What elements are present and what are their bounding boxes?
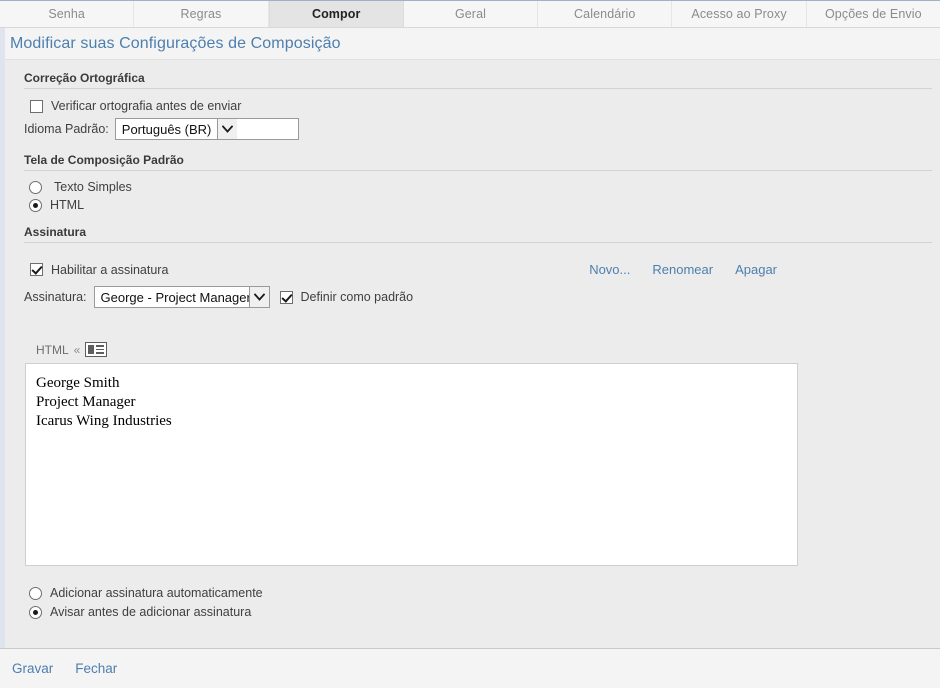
text-wrap-icon-block	[88, 345, 94, 354]
tab-opcoes-de-envio[interactable]: Opções de Envio	[807, 1, 940, 27]
signature-select-row: Assinatura: George - Project Manager Def…	[0, 286, 940, 308]
signature-select-value: George - Project Manager	[95, 287, 249, 307]
compose-screen-section-title: Tela de Composição Padrão	[0, 153, 940, 170]
spelling-divider	[24, 88, 932, 89]
compose-option-html-label: HTML	[50, 198, 84, 212]
tab-label: Compor	[312, 7, 361, 21]
prompt-add-signature-row[interactable]: Avisar antes de adicionar assinatura	[0, 605, 940, 619]
set-default-control[interactable]: Definir como padrão	[280, 290, 414, 304]
preferences-window: Senha Regras Compor Geral Calendário Ace…	[0, 0, 940, 688]
compose-option-plaintext-radio[interactable]	[29, 181, 42, 194]
new-signature-link[interactable]: Novo...	[589, 262, 630, 277]
tab-label: Geral	[455, 7, 486, 21]
chevron-left-icon[interactable]: «	[74, 343, 81, 357]
signature-section-title: Assinatura	[0, 225, 940, 242]
signature-line: George Smith	[36, 374, 787, 393]
compose-screen-section: Tela de Composição Padrão Texto Simples …	[0, 140, 940, 212]
auto-add-signature-radio[interactable]	[29, 587, 42, 600]
footer-bar: Gravar Fechar	[0, 648, 940, 688]
compose-option-plaintext-label: Texto Simples	[54, 180, 132, 194]
signature-actions: Novo... Renomear Apagar	[589, 262, 777, 277]
prompt-add-signature-radio[interactable]	[29, 606, 42, 619]
left-accent-strip	[0, 28, 5, 648]
check-spelling-row[interactable]: Verificar ortografia antes de enviar	[0, 99, 940, 113]
tab-calendario[interactable]: Calendário	[538, 1, 672, 27]
settings-content: Correção Ortográfica Verificar ortografi…	[0, 60, 940, 648]
compose-option-html-row[interactable]: HTML	[0, 198, 940, 212]
signature-enable-label: Habilitar a assinatura	[51, 263, 168, 277]
close-button[interactable]: Fechar	[75, 661, 117, 676]
signature-enable-checkbox[interactable]	[30, 263, 43, 276]
tab-acesso-ao-proxy[interactable]: Acesso ao Proxy	[672, 1, 806, 27]
chevron-down-icon[interactable]	[249, 287, 269, 307]
default-language-label: Idioma Padrão:	[24, 122, 109, 136]
tab-geral[interactable]: Geral	[404, 1, 538, 27]
tab-label: Opções de Envio	[825, 7, 922, 21]
signature-divider	[24, 242, 932, 243]
page-title: Modificar suas Configurações de Composiç…	[0, 28, 940, 60]
default-language-value: Português (BR)	[116, 119, 218, 139]
tab-regras[interactable]: Regras	[134, 1, 268, 27]
spelling-section-title: Correção Ortográfica	[0, 71, 940, 88]
signature-section: Assinatura Habilitar a assinatura Novo..…	[0, 212, 940, 619]
tab-label: Calendário	[574, 7, 635, 21]
editor-mode-label: HTML	[36, 343, 69, 357]
chevron-down-icon[interactable]	[217, 119, 237, 139]
signature-enable-row: Habilitar a assinatura Novo... Renomear …	[0, 262, 940, 277]
signature-line: Icarus Wing Industries	[36, 412, 787, 431]
compose-option-html-radio[interactable]	[29, 199, 42, 212]
compose-option-plaintext-row[interactable]: Texto Simples	[0, 180, 940, 194]
save-button[interactable]: Gravar	[12, 661, 53, 676]
text-wrap-icon-lines	[96, 345, 104, 354]
settings-tabbar: Senha Regras Compor Geral Calendário Ace…	[0, 0, 940, 28]
check-spelling-checkbox[interactable]	[30, 100, 43, 113]
set-default-label: Definir como padrão	[301, 290, 414, 304]
signature-select[interactable]: George - Project Manager	[94, 286, 270, 308]
signature-select-label: Assinatura:	[24, 290, 87, 304]
rename-signature-link[interactable]: Renomear	[652, 262, 713, 277]
signature-enable-control[interactable]: Habilitar a assinatura	[30, 263, 168, 277]
signature-editor[interactable]: George Smith Project Manager Icarus Wing…	[25, 363, 798, 566]
tab-label: Regras	[180, 7, 221, 21]
default-language-row: Idioma Padrão: Português (BR)	[0, 118, 940, 140]
auto-add-signature-label: Adicionar assinatura automaticamente	[50, 586, 263, 600]
set-default-checkbox[interactable]	[280, 291, 293, 304]
signature-line: Project Manager	[36, 393, 787, 412]
check-spelling-label: Verificar ortografia antes de enviar	[51, 99, 241, 113]
default-language-select[interactable]: Português (BR)	[115, 118, 299, 140]
tab-label: Senha	[48, 7, 85, 21]
tab-compor[interactable]: Compor	[269, 1, 404, 27]
auto-add-signature-row[interactable]: Adicionar assinatura automaticamente	[0, 586, 940, 600]
text-wrap-icon[interactable]	[85, 342, 107, 357]
tab-label: Acesso ao Proxy	[691, 7, 786, 21]
prompt-add-signature-label: Avisar antes de adicionar assinatura	[50, 605, 251, 619]
signature-editor-toolbar: HTML «	[0, 342, 940, 357]
compose-screen-divider	[24, 170, 932, 171]
delete-signature-link[interactable]: Apagar	[735, 262, 777, 277]
spelling-section: Correção Ortográfica Verificar ortografi…	[0, 60, 940, 140]
tab-senha[interactable]: Senha	[0, 1, 134, 27]
